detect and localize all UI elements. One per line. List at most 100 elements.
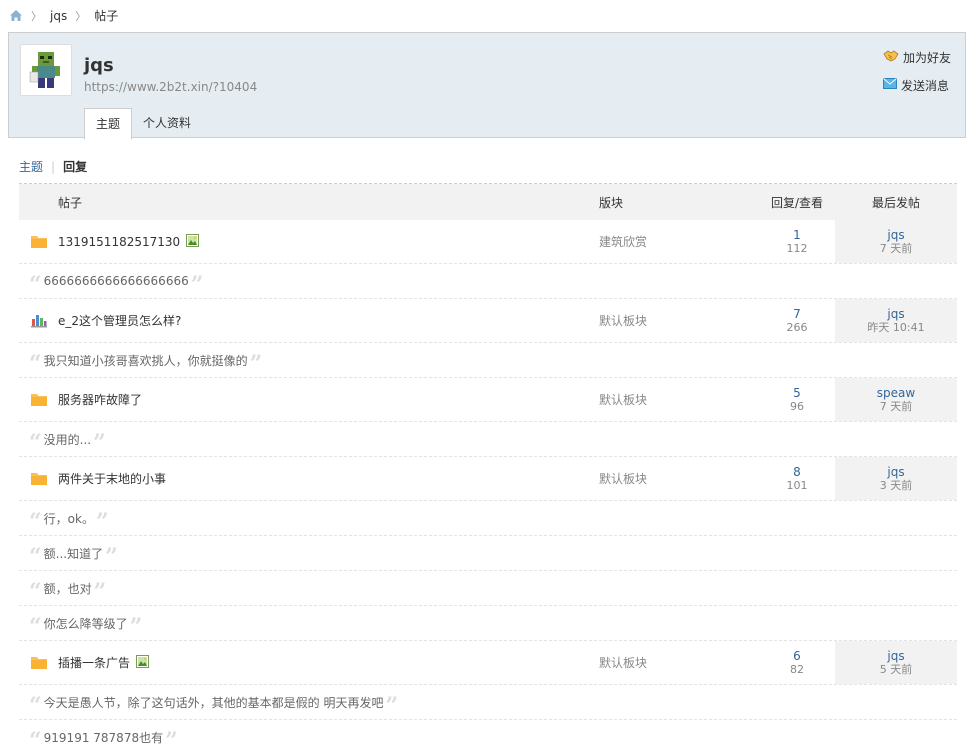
- reply-count[interactable]: 1: [759, 228, 835, 242]
- breadcrumb-user-link[interactable]: jqs: [50, 9, 67, 23]
- last-post-user[interactable]: jqs: [835, 465, 957, 479]
- forum-link[interactable]: 默认板块: [599, 470, 759, 487]
- tab-profile[interactable]: 个人资料: [132, 108, 202, 138]
- thread-title-link[interactable]: 服务器咋故障了: [58, 391, 142, 408]
- reply-quote: “额...知道了”: [19, 535, 957, 570]
- last-post-time[interactable]: 昨天 10:41: [835, 321, 957, 334]
- reply-count[interactable]: 7: [759, 307, 835, 321]
- thread-title-link[interactable]: 两件关于末地的小事: [58, 470, 166, 487]
- reply-view-count: 6 82: [759, 649, 835, 676]
- reply-quote: “额，也对”: [19, 570, 957, 605]
- last-post-user[interactable]: jqs: [835, 228, 957, 242]
- add-friend-button[interactable]: 加为好友: [883, 49, 951, 65]
- reply-count[interactable]: 8: [759, 465, 835, 479]
- image-attachment-icon: [186, 233, 200, 250]
- view-count: 266: [786, 320, 808, 334]
- table-row: e_2这个管理员怎么样? 默认板块 7 266 jqs 昨天 10:41: [19, 298, 957, 342]
- reply-quote-text[interactable]: 今天是愚人节，除了这句话外，其他的基本都是假的 明天再发吧: [44, 694, 384, 711]
- table-row: 服务器咋故障了 默认板块 5 96 speaw 7 天前: [19, 377, 957, 421]
- last-post-time[interactable]: 7 天前: [835, 242, 957, 255]
- reply-quote: “我只知道小孩哥喜欢挑人，你就挺像的”: [19, 342, 957, 377]
- view-count: 101: [786, 478, 808, 492]
- open-quote-icon: “: [29, 728, 42, 754]
- header-forum: 版块: [599, 195, 624, 210]
- home-icon[interactable]: [9, 9, 23, 23]
- last-post-user[interactable]: jqs: [835, 307, 957, 321]
- last-post: jqs 7 天前: [835, 220, 957, 263]
- page: 〉 jqs 〉 帖子 jqs https://www.2b2t.xin/?104…: [0, 0, 977, 756]
- mail-icon: [882, 78, 901, 92]
- reply-count[interactable]: 5: [759, 386, 835, 400]
- type-divider: |: [51, 160, 56, 174]
- open-quote-icon: “: [29, 430, 42, 456]
- breadcrumb-separator: 〉: [75, 9, 87, 23]
- thread-title-link[interactable]: e_2这个管理员怎么样?: [58, 312, 181, 329]
- type-switch: 主题 | 回复: [19, 158, 87, 175]
- reply-quote: “你怎么降等级了”: [19, 605, 957, 640]
- reply-quote-text[interactable]: 我只知道小孩哥喜欢挑人，你就挺像的: [44, 352, 248, 369]
- reply-quote-text[interactable]: 919191 787878也有: [44, 729, 163, 746]
- folder-icon: [19, 471, 58, 486]
- reply-quote: “6666666666666666666”: [19, 263, 957, 298]
- thread-title-link[interactable]: 插播一条广告: [58, 654, 130, 671]
- reply-quote-text[interactable]: 额...知道了: [44, 545, 103, 562]
- close-quote-icon: ”: [249, 351, 263, 377]
- type-threads-link[interactable]: 主题: [19, 160, 43, 174]
- profile-tabs: 主题 个人资料: [84, 108, 202, 140]
- last-post-user[interactable]: jqs: [835, 649, 957, 663]
- forum-link[interactable]: 默认板块: [599, 391, 759, 408]
- send-message-button[interactable]: 发送消息: [882, 77, 951, 93]
- tab-threads[interactable]: 主题: [84, 108, 133, 140]
- last-post-time[interactable]: 7 天前: [835, 400, 957, 413]
- table-row: 1319151182517130 建筑欣赏 1 112 jqs 7 天前: [19, 220, 957, 263]
- forum-link[interactable]: 默认板块: [599, 312, 759, 329]
- close-quote-icon: ”: [105, 544, 118, 570]
- reply-view-count: 5 96: [759, 386, 835, 413]
- close-quote-icon: ”: [95, 509, 109, 535]
- profile-header: jqs https://www.2b2t.xin/?10404 主题 个人资料 …: [8, 32, 966, 140]
- view-count: 112: [786, 241, 808, 255]
- open-quote-icon: “: [29, 351, 42, 377]
- open-quote-icon: “: [29, 614, 42, 640]
- reply-quote-text[interactable]: 额，也对: [44, 580, 92, 597]
- last-post-time[interactable]: 3 天前: [835, 479, 957, 492]
- add-friend-label: 加为好友: [902, 50, 951, 65]
- reply-quote: “919191 787878也有”: [19, 719, 957, 754]
- reply-quote-text[interactable]: 行，ok。: [44, 510, 94, 527]
- last-post-time[interactable]: 5 天前: [835, 663, 957, 676]
- table-row: 插播一条广告 默认板块 6 82 jqs 5 天前: [19, 640, 957, 684]
- thread-title-link[interactable]: 1319151182517130: [58, 235, 180, 249]
- image-attachment-icon: [136, 654, 150, 671]
- forum-link[interactable]: 建筑欣赏: [599, 233, 759, 250]
- reply-quote: “今天是愚人节，除了这句话外，其他的基本都是假的 明天再发吧”: [19, 684, 957, 719]
- breadcrumb-separator: 〉: [31, 9, 42, 23]
- breadcrumb-current: 帖子: [94, 9, 119, 23]
- open-quote-icon: “: [29, 693, 42, 719]
- reply-quote-text[interactable]: 你怎么降等级了: [44, 615, 128, 632]
- reply-quote-text[interactable]: 6666666666666666666: [44, 274, 189, 288]
- avatar[interactable]: [20, 44, 72, 96]
- reply-quote: “没用的...”: [19, 421, 957, 456]
- type-replies-link[interactable]: 回复: [63, 160, 87, 174]
- forum-link[interactable]: 默认板块: [599, 654, 759, 671]
- reply-view-count: 8 101: [759, 465, 835, 492]
- close-quote-icon: ”: [93, 579, 107, 605]
- view-count: 96: [790, 399, 804, 413]
- last-post-user[interactable]: speaw: [835, 386, 957, 400]
- last-post: jqs 3 天前: [835, 457, 957, 500]
- send-message-label: 发送消息: [900, 78, 949, 93]
- reply-view-count: 1 112: [759, 228, 835, 255]
- reply-view-count: 7 266: [759, 307, 835, 334]
- last-post: jqs 昨天 10:41: [835, 299, 957, 342]
- header-title: 帖子: [58, 195, 83, 210]
- reply-quote: “行，ok。”: [19, 500, 957, 535]
- open-quote-icon: “: [29, 544, 42, 570]
- reply-count[interactable]: 6: [759, 649, 835, 663]
- folder-icon: [19, 655, 58, 670]
- last-post: jqs 5 天前: [835, 641, 957, 684]
- reply-quote-text[interactable]: 没用的...: [44, 431, 91, 448]
- profile-url[interactable]: https://www.2b2t.xin/?10404: [84, 80, 257, 94]
- close-quote-icon: ”: [93, 430, 106, 456]
- header-stats: 回复/查看: [770, 195, 824, 210]
- open-quote-icon: “: [29, 272, 42, 298]
